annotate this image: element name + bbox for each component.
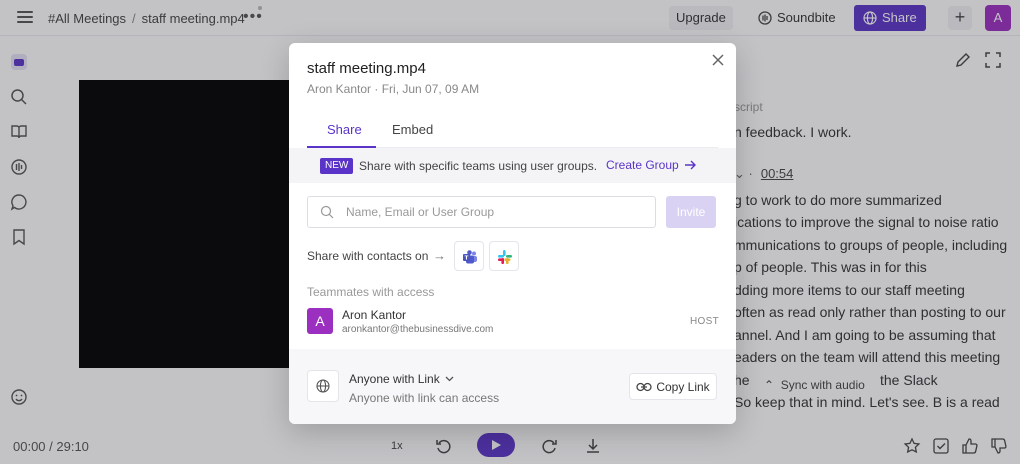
user-groups-banner: NEW Share with specific teams using user…	[289, 148, 736, 183]
link-access-description: Anyone with link can access	[349, 391, 500, 405]
modal-subtitle: Aron Kantor · Fri, Jun 07, 09 AM	[307, 82, 480, 96]
link-access-dropdown[interactable]: Anyone with Link	[349, 372, 454, 386]
close-icon[interactable]	[711, 53, 725, 67]
slack-button[interactable]	[489, 241, 519, 271]
link-access-label: Anyone with Link	[349, 372, 440, 386]
teams-icon: T	[463, 250, 477, 264]
banner-text: Share with specific teams using user gro…	[359, 159, 598, 173]
invite-search-field	[307, 196, 656, 228]
create-group-label: Create Group	[606, 158, 679, 172]
share-modal: staff meeting.mp4 Aron Kantor · Fri, Jun…	[289, 43, 736, 424]
link-icon	[636, 382, 652, 391]
new-badge: NEW	[320, 158, 354, 174]
teammate-name: Aron Kantor	[342, 308, 407, 322]
invite-button[interactable]: Invite	[666, 196, 716, 228]
globe-icon	[316, 379, 330, 393]
share-contacts-label: Share with contacts on	[307, 249, 429, 263]
teammate-avatar: A	[307, 308, 333, 334]
share-tabs: Share Embed	[307, 116, 718, 148]
teammates-label: Teammates with access	[307, 285, 435, 299]
chevron-down-icon	[445, 376, 454, 382]
link-globe	[307, 370, 339, 402]
teams-button[interactable]: T	[454, 241, 484, 271]
search-icon	[320, 205, 334, 219]
arrow-right-icon	[684, 160, 696, 170]
copy-link-label: Copy Link	[656, 379, 710, 394]
invite-search-input[interactable]	[346, 197, 646, 227]
teammate-email: aronkantor@thebusinessdive.com	[342, 324, 494, 335]
svg-text:T: T	[465, 256, 469, 262]
link-access-panel: Anyone with Link Anyone with link can ac…	[289, 349, 736, 424]
create-group-link[interactable]: Create Group	[606, 158, 697, 172]
slack-icon	[498, 250, 512, 264]
copy-link-button[interactable]: Copy Link	[629, 373, 717, 400]
tab-embed[interactable]: Embed	[392, 122, 433, 137]
teammate-role: HOST	[690, 316, 719, 327]
modal-title: staff meeting.mp4	[307, 60, 426, 77]
tab-share[interactable]: Share	[327, 122, 362, 137]
arrow-right-icon: →	[433, 248, 446, 263]
